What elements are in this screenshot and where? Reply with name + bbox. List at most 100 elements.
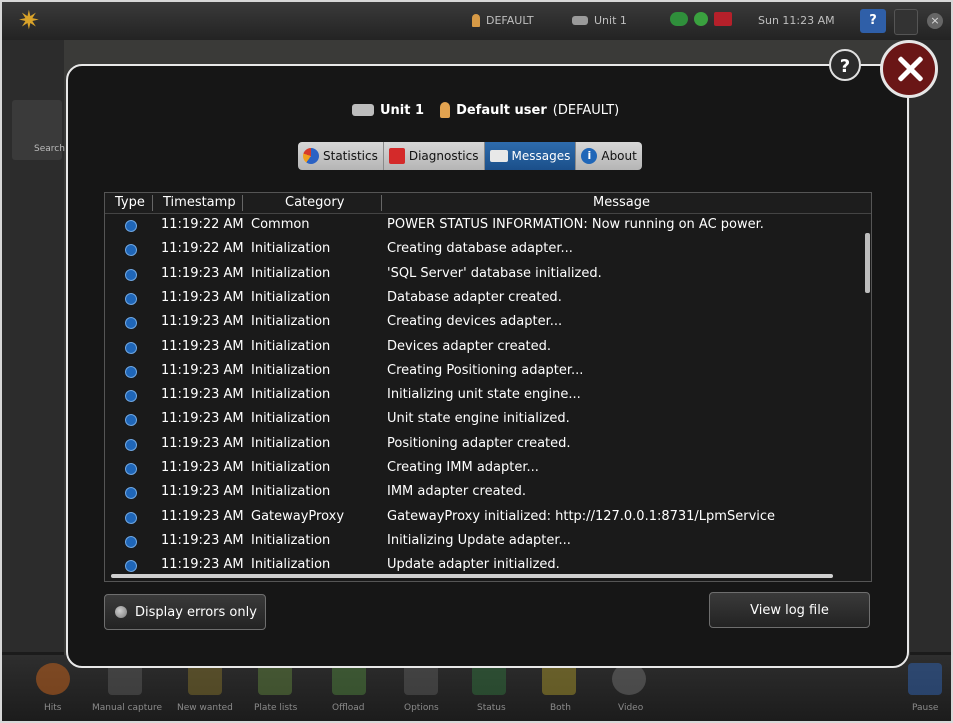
row-message: Creating devices adapter... [387,314,563,330]
row-category: Initialization [251,265,331,281]
table-row[interactable]: 11:19:23 AM Initialization IMM adapter cre… [105,481,855,505]
bottom-item-plate-lists[interactable]: Plate lists [254,703,297,713]
row-timestamp: 11:19:23 AM [161,484,244,500]
pause-icon[interactable] [908,663,942,695]
bottom-item-video[interactable]: Video [618,703,643,713]
dialog-help-button[interactable]: ? [829,49,861,81]
window-close-button[interactable]: × [927,13,943,29]
header-separator[interactable] [242,195,243,211]
header-type[interactable]: Type [115,195,145,210]
row-category: Initialization [251,241,331,257]
table-row[interactable]: 11:19:23 AM Initialization Creating device… [105,311,855,335]
row-category: Initialization [251,557,331,573]
minimize-button[interactable] [894,9,918,35]
row-timestamp: 11:19:23 AM [161,265,244,281]
table-row[interactable]: 11:19:23 AM Initialization Positioning ada… [105,433,855,457]
bottom-item-manual-capture[interactable]: Manual capture [92,703,162,713]
user-name: Default user [456,102,547,118]
header-separator[interactable] [152,195,153,211]
top-user-label: DEFAULT [486,14,534,27]
row-message: Creating Positioning adapter... [387,362,584,378]
medical-cross-icon [388,148,405,164]
user-icon [440,102,451,118]
table-row[interactable]: 11:19:23 AM Initialization Creating Positi… [105,360,855,384]
background-right-panel [910,40,951,652]
row-timestamp: 11:19:23 AM [161,289,244,305]
row-timestamp: 11:19:23 AM [161,532,244,548]
header-message[interactable]: Message [593,195,650,210]
row-timestamp: 11:19:23 AM [161,387,244,403]
table-row[interactable]: 11:19:23 AM Initialization Unit state engi… [105,408,855,432]
row-message: Database adapter created. [387,289,562,305]
row-message: POWER STATUS INFORMATION: Now running on… [387,217,764,232]
table-row[interactable]: 11:19:23 AM Initialization 'SQL Server' da… [105,263,855,287]
bottom-item-status[interactable]: Status [477,703,506,713]
table-row[interactable]: 11:19:23 AM Initialization Devices adapter… [105,336,855,360]
top-datetime: Sun 11:23 AM [758,14,835,27]
table-row[interactable]: 11:19:23 AM GatewayProxy GatewayProxy init… [105,506,855,530]
row-category: GatewayProxy [251,508,345,524]
table-row[interactable]: 11:19:23 AM Initialization Creating IMM ad… [105,457,855,481]
tab-messages-label: Messages [511,149,571,163]
tab-diagnostics-label: Diagnostics [408,149,479,163]
connection-status-icon [670,12,688,26]
toggle-indicator-icon [115,606,127,618]
messages-table: Type Timestamp Category Message 11:19:22… [104,192,872,582]
table-row[interactable]: 11:19:23 AM Initialization Initializing un… [105,384,855,408]
info-icon [125,560,137,573]
row-message: GatewayProxy initialized: http://127.0.0… [387,508,776,524]
background-left-panel: Search [2,40,65,652]
row-message: IMM adapter created. [387,484,527,500]
display-errors-label: Display errors only [135,604,257,620]
app-logo-icon: ✷ [18,6,40,36]
vertical-scrollbar[interactable] [865,233,870,293]
tab-messages[interactable]: Messages [484,142,577,170]
tab-about[interactable]: i About [576,142,642,170]
row-category: Common [251,217,310,232]
tab-diagnostics[interactable]: Diagnostics [383,142,485,170]
hits-icon[interactable] [36,663,70,695]
dialog-header: Unit 1 Default user (DEFAULT) [352,102,619,118]
dialog-close-button[interactable] [880,40,938,98]
row-message: Unit state engine initialized. [387,411,570,427]
row-category: Initialization [251,362,331,378]
info-icon [125,487,137,500]
bottom-item-hits[interactable]: Hits [44,703,62,713]
bottom-item-new-wanted[interactable]: New wanted [177,703,233,713]
row-category: Initialization [251,387,331,403]
display-errors-only-toggle[interactable]: Display errors only [104,594,266,630]
header-timestamp[interactable]: Timestamp [163,195,236,210]
tab-statistics[interactable]: Statistics [298,142,384,170]
bottom-item-pause[interactable]: Pause [912,703,938,713]
status-icons [670,12,732,26]
row-message: Creating IMM adapter... [387,460,539,475]
row-category: Initialization [251,314,331,330]
header-category[interactable]: Category [285,195,344,210]
top-bar: ✷ DEFAULT Unit 1 Sun 11:23 AM ? × [2,2,951,41]
table-row[interactable]: 11:19:22 AM Common POWER STATUS INFORMATIO… [105,214,855,238]
view-log-file-button[interactable]: View log file [709,592,870,628]
unit-icon [352,104,374,116]
info-icon [125,341,137,354]
table-row[interactable]: 11:19:23 AM Initialization Database adapte… [105,287,855,311]
row-category: Initialization [251,435,331,451]
horizontal-scrollbar[interactable] [111,574,833,578]
table-row[interactable]: 11:19:23 AM Initialization Initializing Up… [105,530,855,554]
header-separator[interactable] [381,195,382,211]
top-unit-label: Unit 1 [594,14,627,27]
table-row[interactable]: 11:19:22 AM Initialization Creating databa… [105,238,855,262]
row-timestamp: 11:19:23 AM [161,508,244,524]
bottom-item-both[interactable]: Both [550,703,571,713]
row-timestamp: 11:19:23 AM [161,362,244,378]
bottom-item-options[interactable]: Options [404,703,439,713]
bottom-item-offload[interactable]: Offload [332,703,365,713]
top-unit-indicator[interactable]: Unit 1 [572,14,627,27]
tab-statistics-label: Statistics [323,149,378,163]
search-button[interactable]: Search [12,100,65,160]
alert-status-icon [714,12,732,26]
top-user-indicator[interactable]: DEFAULT [472,14,534,27]
row-category: Initialization [251,338,331,354]
top-help-button[interactable]: ? [860,9,886,33]
row-message: Devices adapter created. [387,338,552,354]
row-message: Positioning adapter created. [387,435,571,451]
